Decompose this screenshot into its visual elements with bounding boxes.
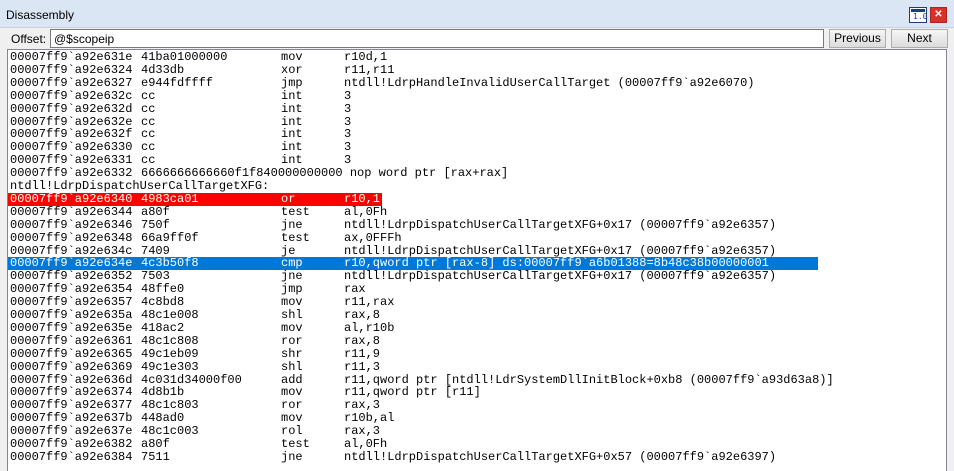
operands: al,0Fh <box>344 204 388 219</box>
operands: al,r10b <box>344 320 395 335</box>
opcode-bytes: 750f <box>141 217 170 232</box>
opcode-bytes: 66a9ff0f <box>141 230 199 245</box>
mnemonic: shr <box>281 346 303 361</box>
opcode-bytes: 4d33db <box>141 62 185 77</box>
address: 00007ff9`a92e6327 <box>10 75 133 90</box>
operands: ax,0FFFh <box>344 230 402 245</box>
address: 00007ff9`a92e6384 <box>10 449 133 464</box>
opcode-bytes: 48c1c808 <box>141 333 199 348</box>
disasm-line[interactable]: 00007ff9`a92e6365 49c1eb09 shr r11,9 <box>8 346 946 361</box>
close-icon: ✕ <box>934 9 943 20</box>
mnemonic: ror <box>281 333 303 348</box>
address: 00007ff9`a92e6365 <box>10 346 133 361</box>
address: 00007ff9`a92e6340 <box>10 191 133 206</box>
mnemonic: or <box>281 191 296 206</box>
disasm-line[interactable]: 00007ff9`a92e6346 750f jne ntdll!LdrpDispat… <box>8 217 946 232</box>
opcode-bytes: 418ac2 <box>141 320 185 335</box>
operands: ntdll!LdrpDispatchUserCallTargetXFG+0x57… <box>344 449 777 464</box>
operands: rax,8 <box>344 333 381 348</box>
disasm-line[interactable]: 00007ff9`a92e6344 a80f test al,0Fh <box>8 204 946 219</box>
operands: ntdll!LdrpDispatchUserCallTargetXFG+0x17… <box>344 217 777 232</box>
offset-label: Offset: <box>11 32 47 46</box>
previous-button[interactable]: Previous <box>829 29 886 48</box>
mnemonic: int <box>281 88 303 103</box>
mnemonic: jne <box>281 449 303 464</box>
disasm-line[interactable]: 00007ff9`a92e6324 4d33db xor r11,r11 <box>8 62 946 77</box>
operands: r10,1 <box>344 191 381 206</box>
disasm-line[interactable]: 00007ff9`a92e6369 49c1e303 shl r11,3 <box>8 359 946 374</box>
title-bar: Disassembly 1.0 ✕ <box>0 0 954 28</box>
offset-toolbar: Offset: Previous Next <box>0 28 954 50</box>
address: 00007ff9`a92e635e <box>10 320 133 335</box>
opcode-bytes: cc <box>141 101 156 116</box>
operands: r11,r11 <box>344 62 395 77</box>
operands: r11,3 <box>344 359 381 374</box>
operands: ntdll!LdrpHandleInvalidUserCallTarget (0… <box>344 75 755 90</box>
operands: 3 <box>344 88 352 103</box>
mnemonic: shl <box>281 359 303 374</box>
disasm-line[interactable]: 00007ff9`a92e6340 4983ca01 or r10,1 <box>8 191 946 206</box>
opcode-bytes: e944fdffff <box>141 75 214 90</box>
operands: r11,9 <box>344 346 381 361</box>
mnemonic: mov <box>281 320 303 335</box>
mnemonic: int <box>281 101 303 116</box>
disasm-line[interactable]: 00007ff9`a92e632d cc int 3 <box>8 101 946 116</box>
disasm-line[interactable]: 00007ff9`a92e6327 e944fdffff jmp ntdll!Ldrp… <box>8 75 946 90</box>
disasm-line[interactable]: 00007ff9`a92e6361 48c1c808 ror rax,8 <box>8 333 946 348</box>
restore-button[interactable]: 1.0 <box>909 7 927 23</box>
address: 00007ff9`a92e632c <box>10 88 133 103</box>
operands: 3 <box>344 101 352 116</box>
opcode-bytes: 49c1e303 <box>141 359 199 374</box>
address: 00007ff9`a92e6348 <box>10 230 133 245</box>
restore-icon: 1.0 <box>913 12 928 21</box>
operands: ntdll!LdrpDispatchUserCallTargetXFG+0x17… <box>344 269 777 284</box>
opcode-bytes: a80f <box>141 204 170 219</box>
address: 00007ff9`a92e6344 <box>10 204 133 219</box>
mnemonic: test <box>281 204 310 219</box>
disassembly-listing[interactable]: 00007ff9`a92e631e 41ba01000000 mov r10d,1 00… <box>7 49 947 471</box>
address: 00007ff9`a92e6369 <box>10 359 133 374</box>
address: 00007ff9`a92e6324 <box>10 62 133 77</box>
mnemonic: test <box>281 230 310 245</box>
disasm-line[interactable]: 00007ff9`a92e6348 66a9ff0f test ax,0FFFh <box>8 230 946 245</box>
address: 00007ff9`a92e6346 <box>10 217 133 232</box>
opcode-bytes: 4983ca01 <box>141 191 199 206</box>
address: 00007ff9`a92e632d <box>10 101 133 116</box>
close-button[interactable]: ✕ <box>930 7 947 23</box>
mnemonic: jne <box>281 217 303 232</box>
mnemonic: xor <box>281 62 303 77</box>
mnemonic: jmp <box>281 75 303 90</box>
opcode-bytes: 49c1eb09 <box>141 346 199 361</box>
opcode-bytes: cc <box>141 88 156 103</box>
opcode-bytes: 7511 <box>141 449 170 464</box>
address: 00007ff9`a92e6361 <box>10 333 133 348</box>
disasm-line[interactable]: 00007ff9`a92e6384 7511 jne ntdll!LdrpDispat… <box>8 449 946 464</box>
window-title: Disassembly <box>6 8 75 22</box>
offset-input[interactable] <box>50 29 824 48</box>
disasm-line[interactable]: 00007ff9`a92e632c cc int 3 <box>8 88 946 103</box>
disasm-line[interactable]: 00007ff9`a92e635e 418ac2 mov al,r10b <box>8 320 946 335</box>
next-button[interactable]: Next <box>891 29 948 48</box>
